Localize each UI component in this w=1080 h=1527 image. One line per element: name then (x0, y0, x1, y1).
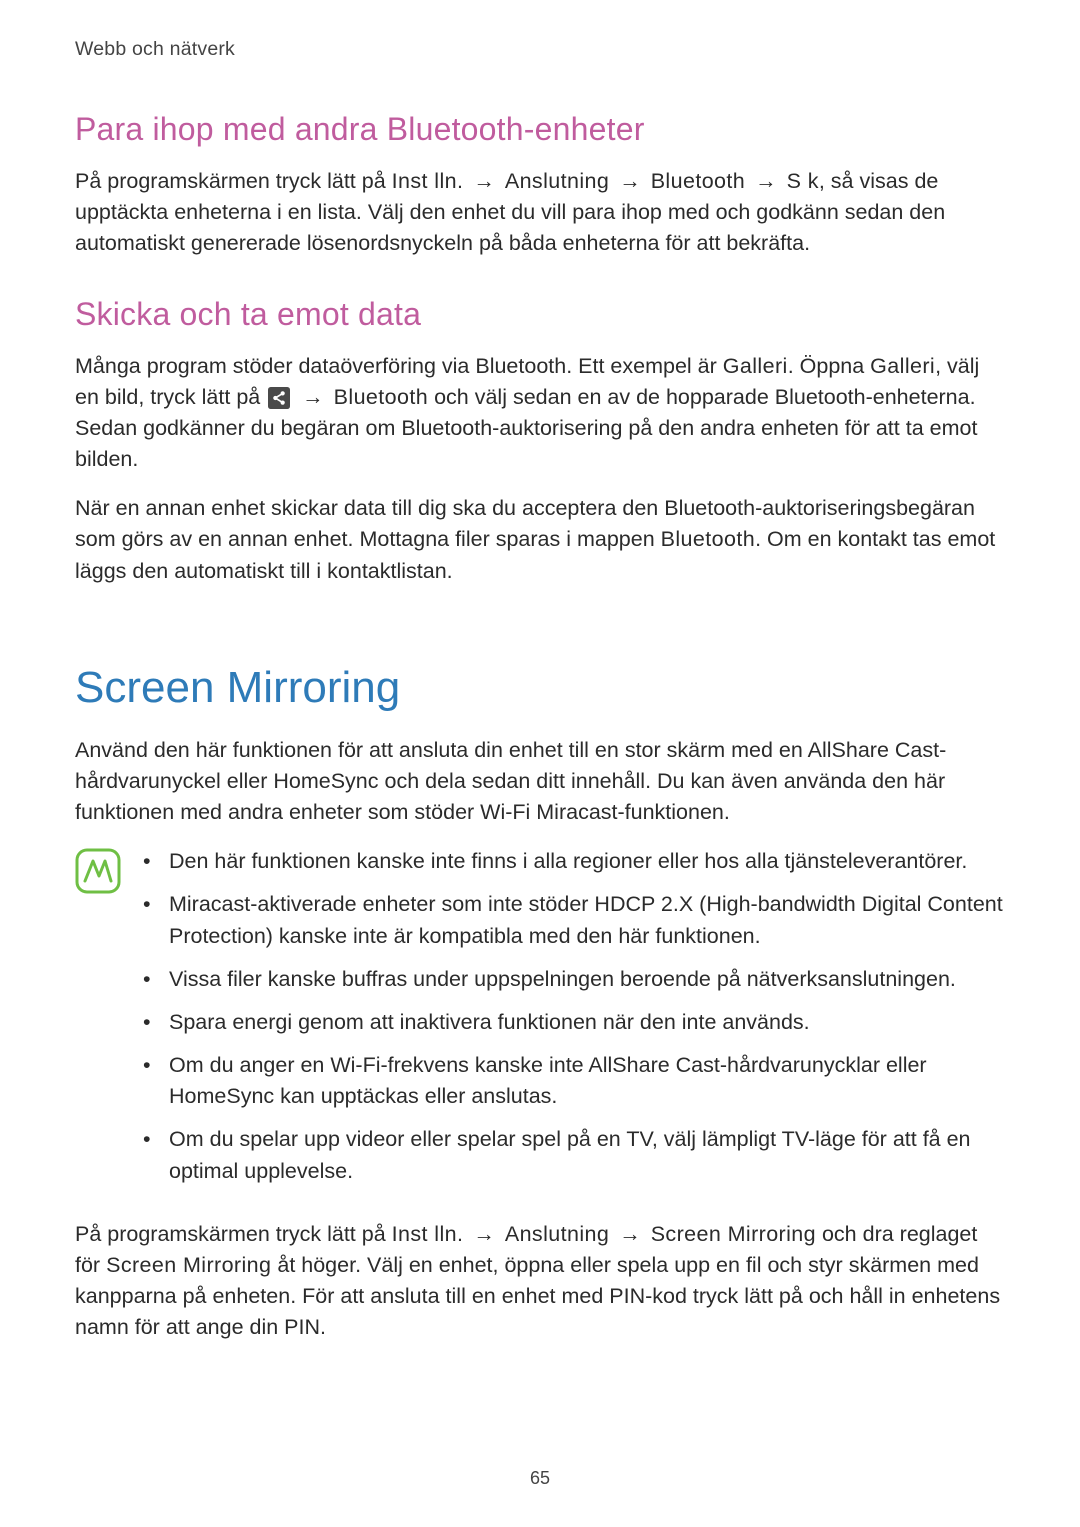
arrow-icon: → (467, 169, 500, 193)
page-number: 65 (0, 1468, 1080, 1489)
kw-instlln: Inst lln. (392, 169, 464, 193)
kw-sok: S k (787, 169, 819, 193)
screen-mirroring-p2: På programskärmen tryck lätt på Inst lln… (75, 1219, 1005, 1344)
skicka-data-p1: Många program stöder dataöverföring via … (75, 351, 1005, 476)
arrow-icon: → (613, 169, 646, 193)
arrow-icon: → (613, 1222, 646, 1246)
note-block: Den här funktionen kanske inte finns i a… (75, 846, 1005, 1199)
kw-bluetooth: Bluetooth (661, 527, 755, 551)
screen-mirroring-p1: Använd den här funktionen för att anslut… (75, 735, 1005, 829)
skicka-data-p2: När en annan enhet skickar data till dig… (75, 493, 1005, 587)
heading-para-ihop: Para ihop med andra Bluetooth-enheter (75, 111, 1005, 148)
text: Många program stöder dataöverföring via … (75, 354, 723, 378)
note-item: Den här funktionen kanske inte finns i a… (143, 846, 1005, 877)
note-item: Om du anger en Wi-Fi-frekvens kanske int… (143, 1050, 1005, 1112)
note-list: Den här funktionen kanske inte finns i a… (143, 846, 1005, 1199)
arrow-icon: → (296, 385, 329, 409)
para-ihop-text: På programskärmen tryck lätt på Inst lln… (75, 166, 1005, 260)
kw-instlln: Inst lln. (392, 1222, 464, 1246)
kw-galleri: Galleri (870, 354, 935, 378)
kw-screen-mirroring: Screen Mirroring (651, 1222, 816, 1246)
arrow-icon: → (467, 1222, 500, 1246)
heading-screen-mirroring: Screen Mirroring (75, 663, 1005, 713)
note-item: Om du spelar upp videor eller spelar spe… (143, 1124, 1005, 1186)
note-item: Vissa filer kanske buffras under uppspel… (143, 964, 1005, 995)
kw-screen-mirroring: Screen Mirroring (106, 1253, 271, 1277)
text: . Öppna (788, 354, 870, 378)
arrow-icon: → (749, 169, 782, 193)
note-item: Miracast-aktiverade enheter som inte stö… (143, 889, 1005, 951)
kw-anslutning: Anslutning (505, 169, 609, 193)
share-icon (268, 387, 290, 409)
note-icon (75, 848, 121, 894)
text: På programskärmen tryck lätt på (75, 1222, 392, 1246)
kw-bluetooth: Bluetooth (651, 169, 745, 193)
kw-bluetooth: Bluetooth (334, 385, 428, 409)
breadcrumb: Webb och nätverk (75, 38, 1005, 61)
kw-galleri: Galleri (723, 354, 788, 378)
note-item: Spara energi genom att inaktivera funkti… (143, 1007, 1005, 1038)
text: På programskärmen tryck lätt på (75, 169, 392, 193)
heading-skicka-data: Skicka och ta emot data (75, 296, 1005, 333)
kw-anslutning: Anslutning (505, 1222, 609, 1246)
